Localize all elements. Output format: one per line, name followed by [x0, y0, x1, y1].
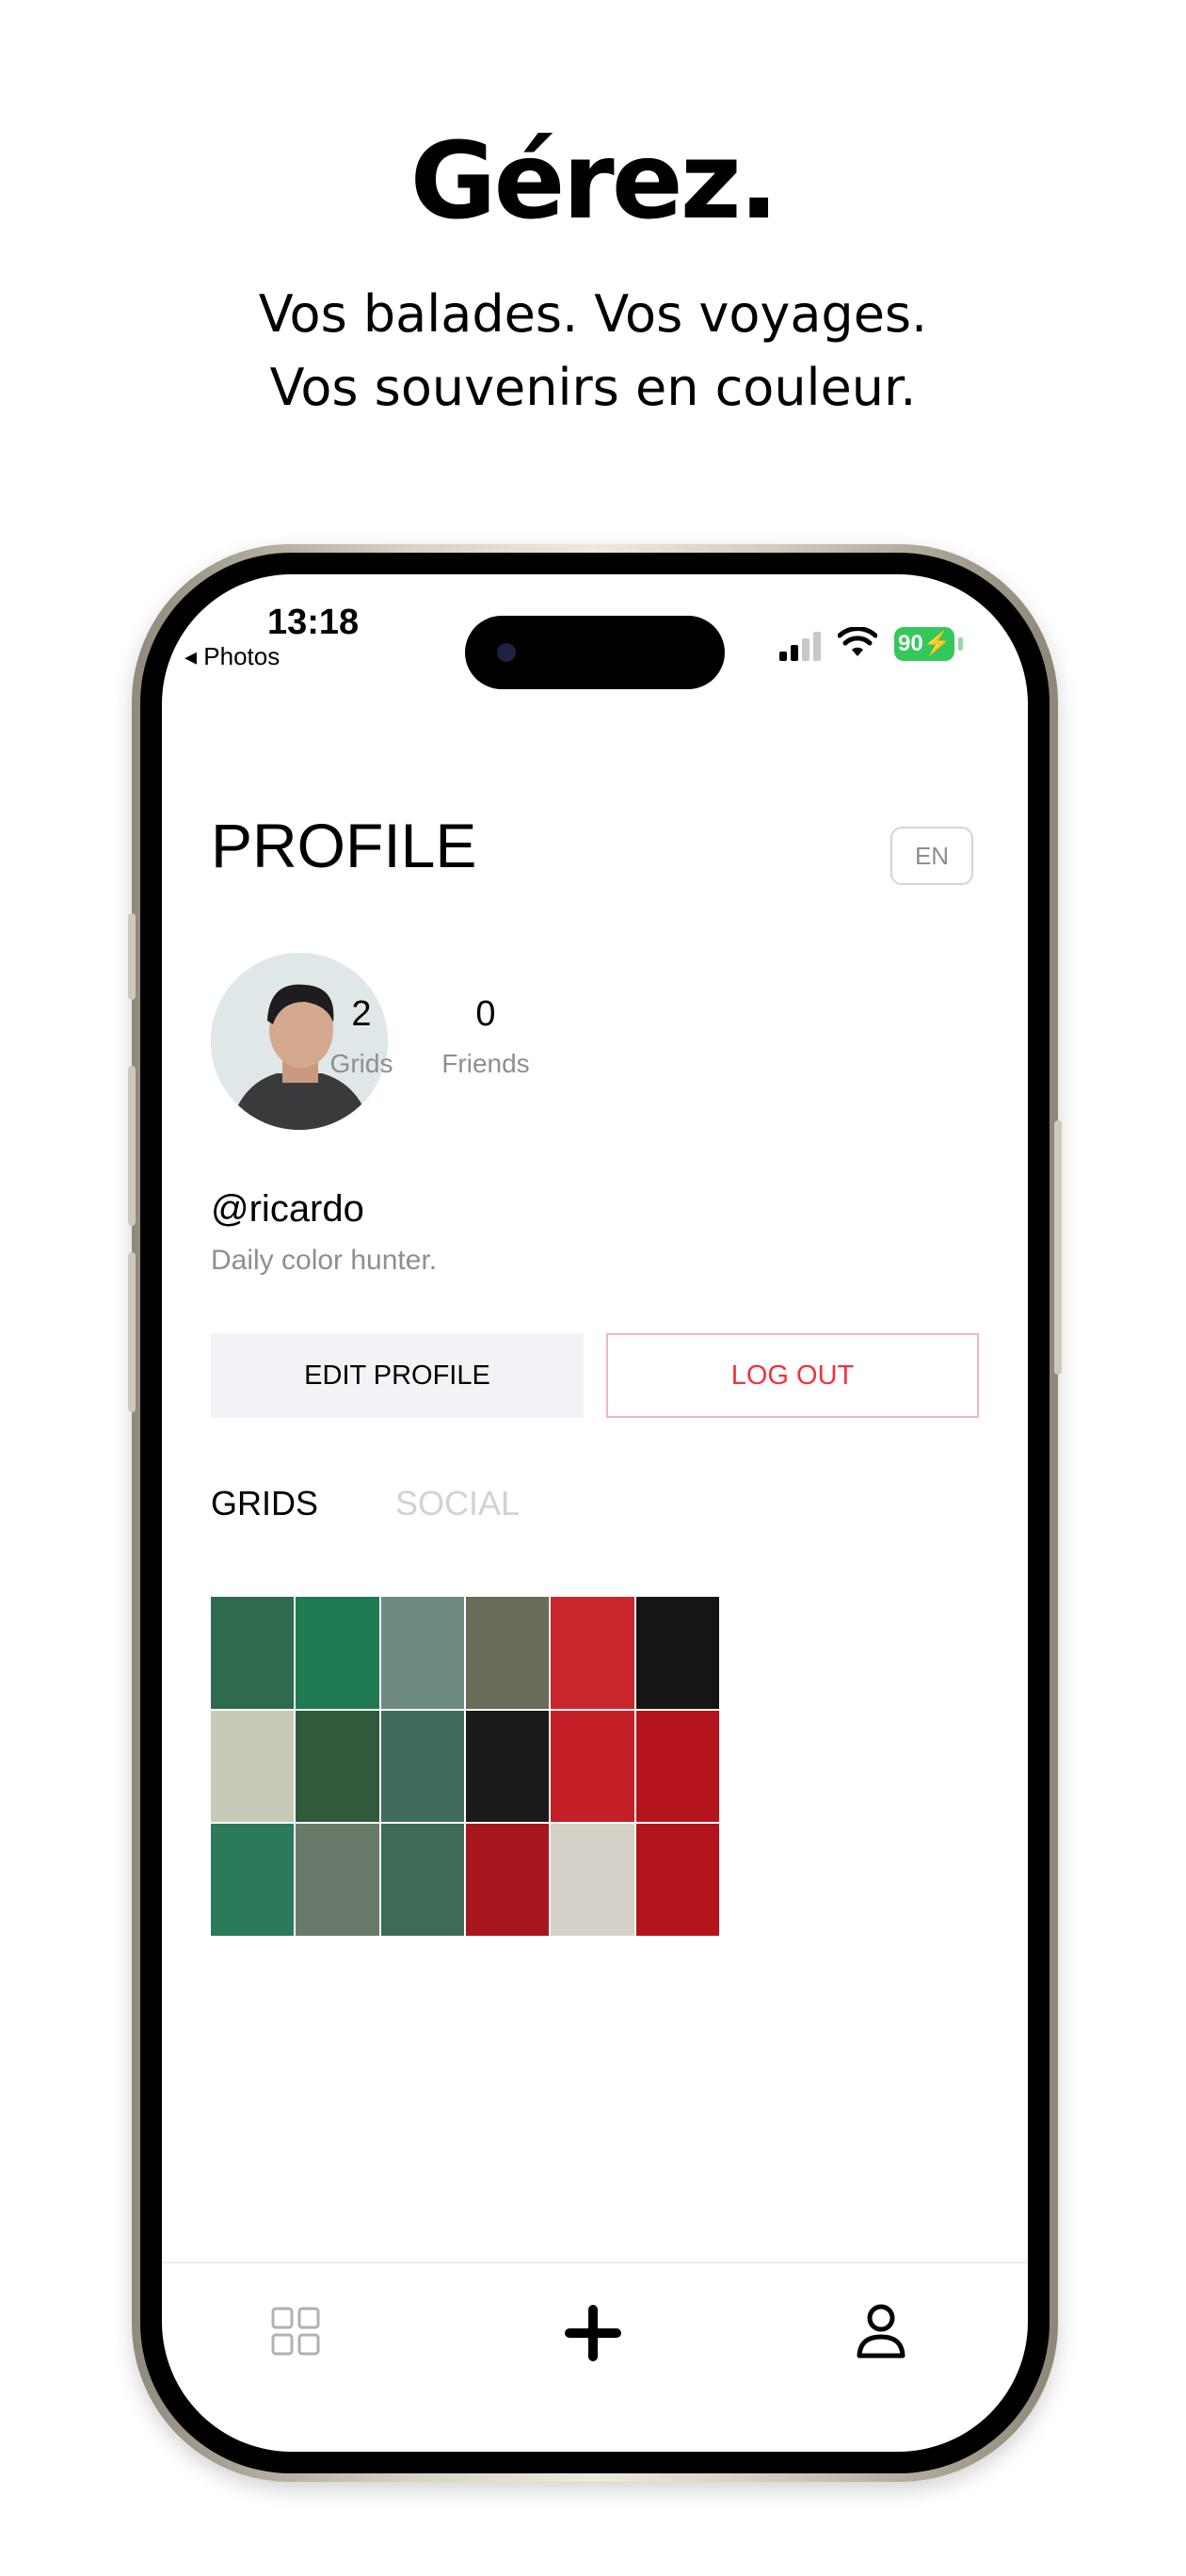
grid-photo-cell	[466, 1597, 550, 1709]
grid-photo-cell	[635, 1597, 719, 1709]
grid-photo-cell	[466, 1710, 550, 1823]
language-button[interactable]: EN	[890, 827, 973, 885]
front-camera	[497, 643, 516, 662]
stat-friends-label[interactable]: Friends	[410, 1049, 561, 1079]
tab-grids[interactable]: GRIDS	[211, 1484, 318, 1523]
battery-level: 90	[898, 631, 923, 656]
battery-tip	[958, 637, 963, 651]
grid-photo-cell	[380, 1710, 464, 1823]
side-button-left-3	[128, 1252, 136, 1412]
grid-photo-cell	[211, 1597, 295, 1709]
grid-photo-cell	[551, 1597, 634, 1709]
headline: Gérez.	[409, 121, 779, 243]
grid-photo-cell	[466, 1824, 550, 1936]
username: @ricardo	[211, 1188, 364, 1230]
grid-photo-cell	[211, 1710, 295, 1823]
phone-screen: 13:18 ◂ Photos 90⚡ PROFILE EN 2 Grids 0 …	[162, 574, 1028, 2452]
logout-button[interactable]: LOG OUT	[606, 1333, 979, 1418]
tagline-line-1: Vos balades. Vos voyages.	[258, 284, 928, 344]
grid-icon[interactable]	[271, 2307, 320, 2356]
side-button-left-1	[128, 913, 136, 1000]
grid-photo-cell	[551, 1824, 634, 1936]
cellular-signal-icon	[779, 632, 821, 661]
edit-profile-button[interactable]: EDIT PROFILE	[211, 1333, 584, 1418]
grid-photo-cell	[211, 1824, 295, 1936]
avatar-photo	[211, 953, 388, 1130]
plus-icon[interactable]	[561, 2301, 625, 2365]
bio: Daily color hunter.	[211, 1245, 438, 1276]
back-to-photos-link[interactable]: ◂ Photos	[184, 642, 280, 671]
grid-photo-cell	[296, 1824, 379, 1936]
tab-bar-divider	[162, 2262, 1028, 2263]
page-title: PROFILE	[211, 811, 477, 880]
grid-photo-cell	[635, 1710, 719, 1823]
side-button-left-2	[128, 1066, 136, 1226]
tab-social[interactable]: SOCIAL	[395, 1484, 520, 1523]
charging-bolt-icon: ⚡	[922, 631, 952, 656]
grid-photo-cell	[296, 1597, 379, 1709]
grid-photo-cell	[551, 1710, 634, 1823]
tagline-line-2: Vos souvenirs en couleur.	[269, 358, 917, 417]
grid-thumbnail[interactable]	[211, 1597, 719, 1936]
battery-indicator: 90⚡	[894, 627, 954, 661]
grid-photo-cell	[635, 1824, 719, 1936]
status-time: 13:18	[267, 603, 360, 642]
side-button-right	[1054, 1120, 1062, 1375]
stat-friends-count[interactable]: 0	[410, 994, 561, 1035]
grid-photo-cell	[380, 1824, 464, 1936]
grid-photo-cell	[296, 1710, 379, 1823]
dynamic-island	[465, 616, 725, 689]
person-icon[interactable]	[855, 2303, 907, 2359]
wifi-icon	[838, 627, 877, 656]
grid-photo-cell	[380, 1597, 464, 1709]
avatar[interactable]	[211, 953, 388, 1130]
